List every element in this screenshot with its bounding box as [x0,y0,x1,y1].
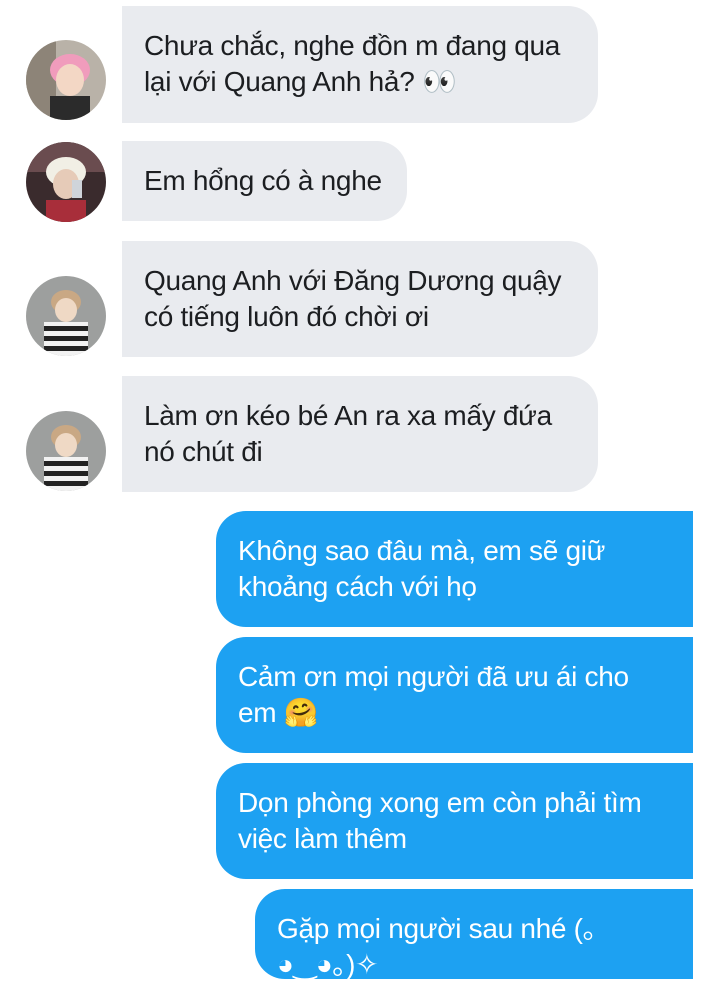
message-text: Làm ơn kéo bé An ra xa mấy đứa nó chút đ… [144,400,552,467]
avatar-striped-sweater-image [26,276,106,356]
avatar-blonde-hair[interactable] [26,142,106,222]
message-text: Dọn phòng xong em còn phải tìm việc làm … [238,787,642,854]
message-bubble-outgoing[interactable]: Không sao đâu mà, em sẽ giữ khoảng cách … [216,511,693,627]
message-text: Gặp mọi người sau nhé (｡◕‿◕｡)✧ [277,913,597,980]
avatar-pink-hair-image [26,40,106,120]
message-bubble-incoming[interactable]: Làm ơn kéo bé An ra xa mấy đứa nó chút đ… [122,376,598,492]
avatar-blonde-hair-image [26,142,106,222]
avatar-pink-hair[interactable] [26,40,106,120]
message-bubble-outgoing[interactable]: Dọn phòng xong em còn phải tìm việc làm … [216,763,693,879]
message-text: Không sao đâu mà, em sẽ giữ khoảng cách … [238,535,606,602]
message-bubble-outgoing[interactable]: Cảm ơn mọi người đã ưu ái cho em 🤗 [216,637,693,753]
message-bubble-outgoing[interactable]: Gặp mọi người sau nhé (｡◕‿◕｡)✧ [255,889,693,980]
message-text: Chưa chắc, nghe đồn m đang qua lại với Q… [144,30,561,97]
avatar-striped-sweater[interactable] [26,411,106,491]
avatar-striped-sweater[interactable] [26,276,106,356]
avatar-striped-sweater-image [26,411,106,491]
message-bubble-incoming[interactable]: Chưa chắc, nghe đồn m đang qua lại với Q… [122,6,598,123]
message-bubble-incoming[interactable]: Quang Anh với Đăng Dương quậy có tiếng l… [122,241,598,357]
message-bubble-incoming[interactable]: Em hổng có à nghe [122,141,407,221]
message-text: Cảm ơn mọi người đã ưu ái cho em 🤗 [238,661,629,728]
message-text: Em hổng có à nghe [144,165,382,196]
message-text: Quang Anh với Đăng Dương quậy có tiếng l… [144,265,562,332]
